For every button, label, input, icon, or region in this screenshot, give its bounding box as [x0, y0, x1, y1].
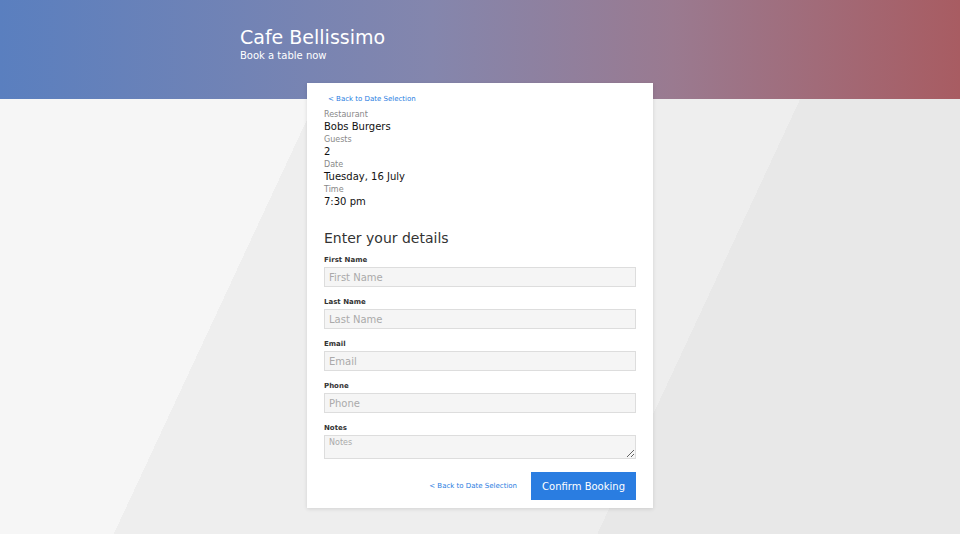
form-field: Phone — [324, 381, 636, 413]
field-label: Last Name — [324, 297, 636, 307]
summary-label: Restaurant — [324, 109, 636, 120]
site-subtitle: Book a table now — [240, 49, 720, 62]
field-label: Email — [324, 339, 636, 349]
field-label: Phone — [324, 381, 636, 391]
booking-summary: RestaurantBobs BurgersGuests2DateTuesday… — [324, 109, 636, 209]
summary-value: 7:30 pm — [324, 195, 636, 209]
summary-item: DateTuesday, 16 July — [324, 159, 636, 184]
summary-label: Date — [324, 159, 636, 170]
details-form: First Name Last Name Email Phone Notes — [324, 255, 636, 459]
form-field: Notes — [324, 423, 636, 459]
summary-value: Tuesday, 16 July — [324, 170, 636, 184]
booking-page: Cafe BellissimoBook a table now < Back to… — [0, 0, 960, 534]
field-label: Notes — [324, 423, 636, 433]
booking-card: < Back to Date Selection RestaurantBobs B… — [307, 83, 653, 508]
form-field: Email — [324, 339, 636, 371]
text-input[interactable] — [324, 267, 636, 287]
summary-value: 2 — [324, 145, 636, 159]
header-content: Cafe BellissimoBook a table now — [240, 0, 720, 62]
notes-textarea[interactable] — [324, 435, 636, 459]
summary-item: Guests2 — [324, 134, 636, 159]
text-input[interactable] — [324, 309, 636, 329]
back-link[interactable]: < Back to Date Selection — [324, 94, 636, 104]
form-footer: < Back to Date Selection Confirm Booking — [324, 472, 636, 500]
form-heading: Enter your details — [324, 229, 636, 247]
summary-label: Time — [324, 184, 636, 195]
text-input[interactable] — [324, 351, 636, 371]
form-field: Last Name — [324, 297, 636, 329]
text-input[interactable] — [324, 393, 636, 413]
summary-item: Time7:30 pm — [324, 184, 636, 209]
back-link[interactable]: < Back to Date Selection — [425, 481, 517, 491]
site-title: Cafe Bellissimo — [240, 25, 720, 49]
summary-value: Bobs Burgers — [324, 120, 636, 134]
field-label: First Name — [324, 255, 636, 265]
confirm-button[interactable]: Confirm Booking — [531, 472, 636, 500]
summary-item: RestaurantBobs Burgers — [324, 109, 636, 134]
form-field: First Name — [324, 255, 636, 287]
summary-label: Guests — [324, 134, 636, 145]
